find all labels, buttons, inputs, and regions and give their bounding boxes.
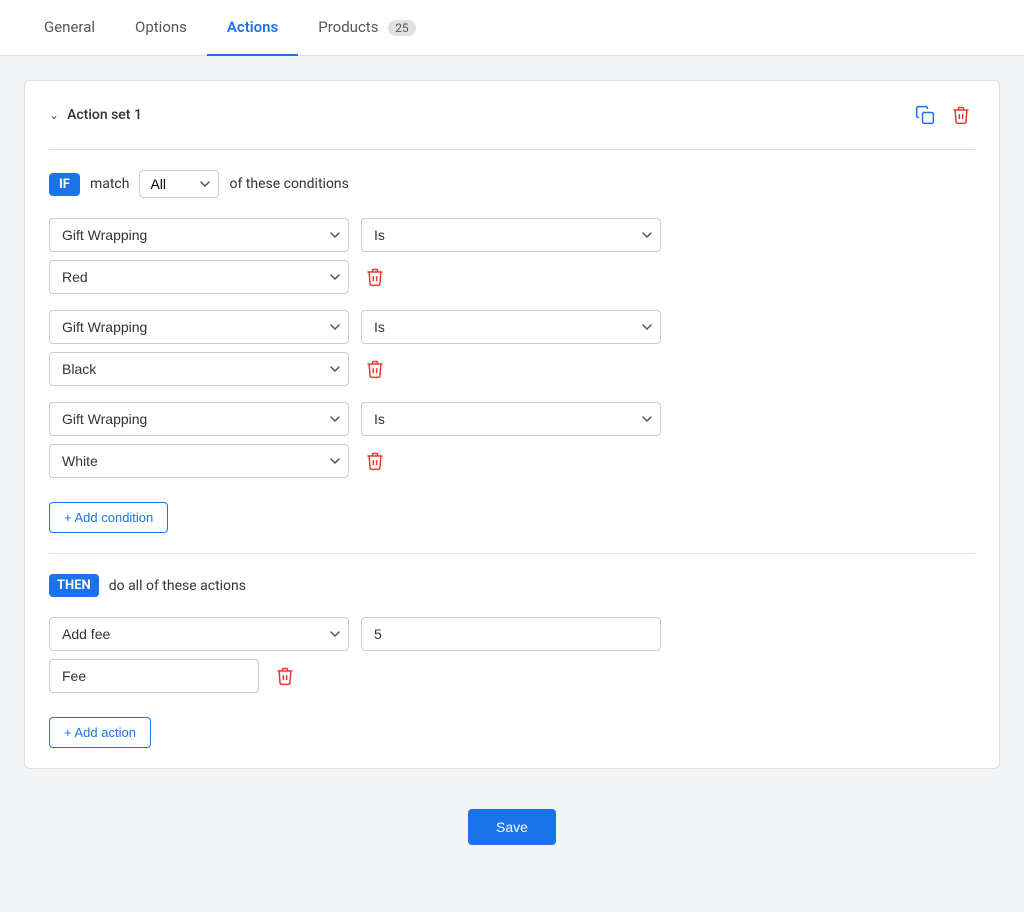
- trash-icon: [365, 267, 385, 287]
- condition-3-selects: Gift Wrapping Is: [49, 402, 975, 436]
- delete-action-set-button[interactable]: [947, 101, 975, 129]
- action-1-field-select[interactable]: Add fee: [49, 617, 349, 651]
- delete-condition-2-button[interactable]: [361, 355, 389, 383]
- delete-action-1-button[interactable]: [271, 662, 299, 690]
- condition-2-operator-select[interactable]: Is: [361, 310, 661, 344]
- if-badge: IF: [49, 173, 80, 196]
- then-text: do all of these actions: [109, 578, 246, 594]
- collapse-chevron-icon[interactable]: ⌄: [49, 108, 59, 122]
- condition-2-value-row: Black: [49, 352, 975, 386]
- action-set-label: Action set 1: [67, 107, 142, 123]
- condition-2-value-select[interactable]: Black: [49, 352, 349, 386]
- condition-3-value-row: White: [49, 444, 975, 478]
- condition-row-3: Gift Wrapping Is White: [49, 402, 975, 478]
- trash-icon: [365, 359, 385, 379]
- condition-3-value-select[interactable]: White: [49, 444, 349, 478]
- condition-2-field-select[interactable]: Gift Wrapping: [49, 310, 349, 344]
- then-row: THEN do all of these actions: [49, 574, 975, 597]
- match-label: match: [90, 176, 130, 192]
- then-badge: THEN: [49, 574, 99, 597]
- tab-products[interactable]: Products 25: [298, 0, 435, 56]
- if-row: IF match All Any of these conditions: [49, 170, 975, 198]
- copy-icon: [915, 105, 935, 125]
- tab-bar: General Options Actions Products 25: [0, 0, 1024, 56]
- action-set-title: ⌄ Action set 1: [49, 107, 142, 123]
- tab-options[interactable]: Options: [115, 0, 207, 56]
- trash-icon: [365, 451, 385, 471]
- delete-condition-1-button[interactable]: [361, 263, 389, 291]
- main-content: ⌄ Action set 1: [0, 56, 1024, 912]
- condition-1-field-select[interactable]: Gift Wrapping: [49, 218, 349, 252]
- condition-row-2: Gift Wrapping Is Black: [49, 310, 975, 386]
- action-1-selects: Add fee: [49, 617, 975, 651]
- then-divider: [49, 553, 975, 554]
- trash-icon: [275, 666, 295, 686]
- header-divider: [49, 149, 975, 150]
- condition-1-operator-select[interactable]: Is: [361, 218, 661, 252]
- bottom-bar: Save: [24, 789, 1000, 865]
- action-1-label-input[interactable]: [49, 659, 259, 693]
- action-row-1: Add fee: [49, 617, 975, 693]
- match-select[interactable]: All Any: [139, 170, 219, 198]
- products-badge: 25: [388, 20, 416, 36]
- action-set-header-icons: [911, 101, 975, 129]
- condition-1-selects: Gift Wrapping Is: [49, 218, 975, 252]
- action-1-value-row: [49, 659, 975, 693]
- trash-icon: [951, 105, 971, 125]
- conditions-group: Gift Wrapping Is Red: [49, 218, 975, 478]
- tab-actions[interactable]: Actions: [207, 0, 298, 56]
- condition-row-1: Gift Wrapping Is Red: [49, 218, 975, 294]
- condition-1-value-select[interactable]: Red: [49, 260, 349, 294]
- save-button[interactable]: Save: [468, 809, 556, 845]
- condition-3-field-select[interactable]: Gift Wrapping: [49, 402, 349, 436]
- action-set-header: ⌄ Action set 1: [49, 101, 975, 129]
- of-these-conditions-text: of these conditions: [229, 176, 348, 192]
- action-1-value-input[interactable]: [361, 617, 661, 651]
- delete-condition-3-button[interactable]: [361, 447, 389, 475]
- condition-1-value-row: Red: [49, 260, 975, 294]
- copy-action-set-button[interactable]: [911, 101, 939, 129]
- action-set-card: ⌄ Action set 1: [24, 80, 1000, 769]
- condition-3-operator-select[interactable]: Is: [361, 402, 661, 436]
- add-action-button[interactable]: + Add action: [49, 717, 151, 748]
- add-condition-button[interactable]: + Add condition: [49, 502, 168, 533]
- tab-general[interactable]: General: [24, 0, 115, 56]
- condition-2-selects: Gift Wrapping Is: [49, 310, 975, 344]
